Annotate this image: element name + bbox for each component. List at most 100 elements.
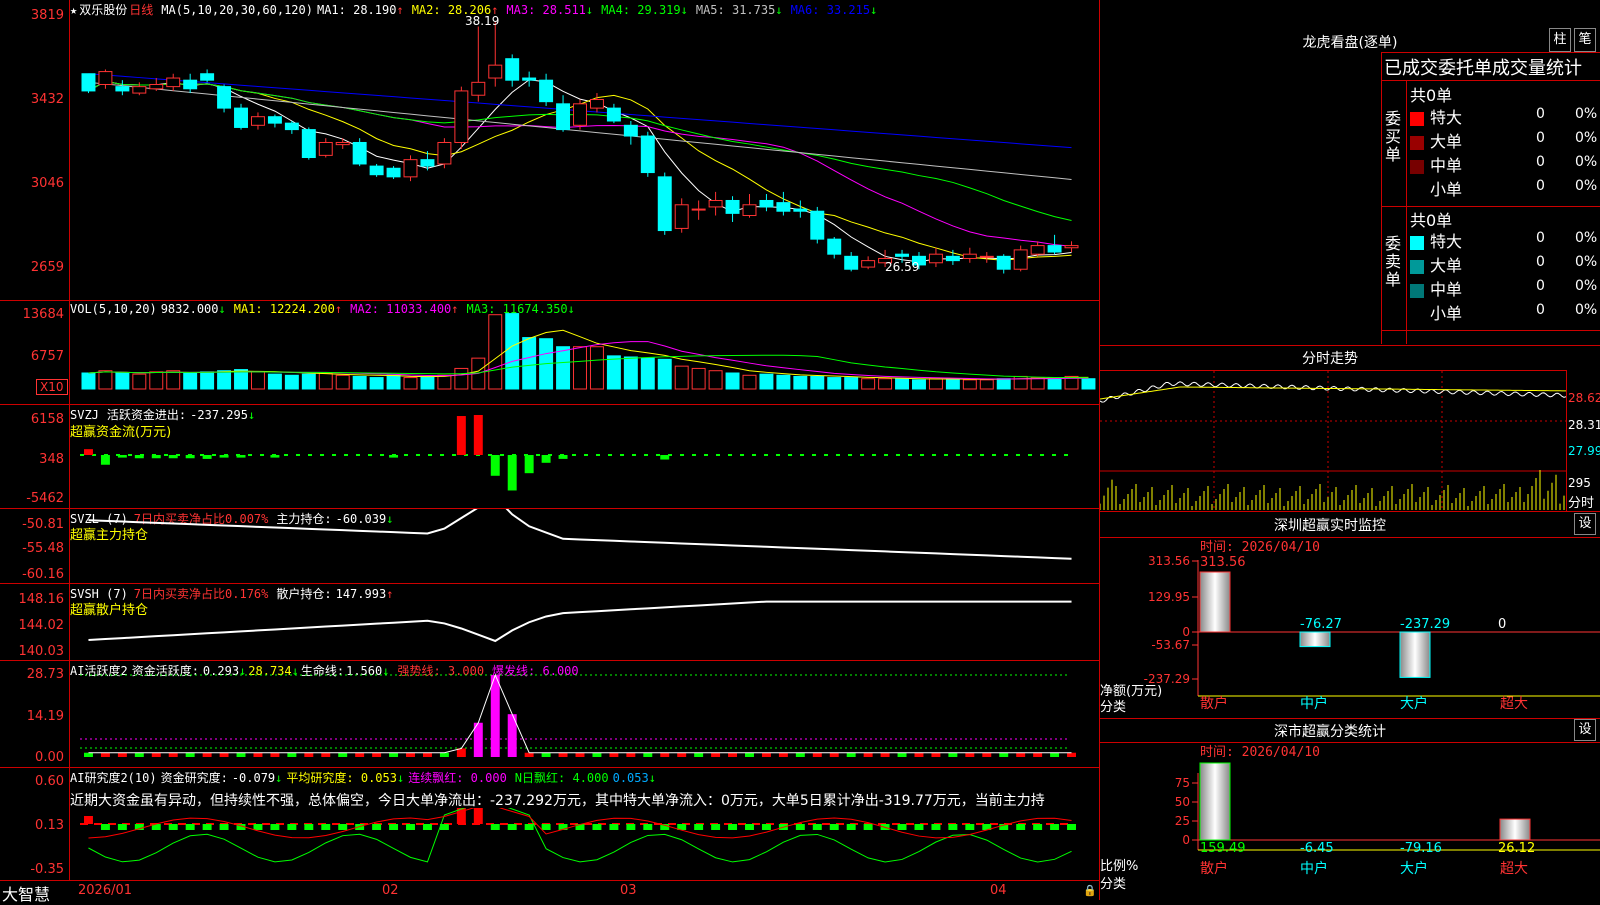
- activity-bar: [185, 752, 195, 757]
- candle-body: [623, 124, 638, 137]
- research-bar: [219, 824, 229, 830]
- category-bar: [1299, 631, 1331, 648]
- research-bar: [473, 808, 483, 824]
- research-bar: [728, 824, 738, 830]
- candle-body: [691, 208, 706, 211]
- buy-total: 共0单: [1410, 86, 1453, 105]
- retail-holding-panel[interactable]: SVSH (7) 7日内买卖净占比0.176% 散户持仓: 147.993↑ 超赢散户…: [0, 584, 1100, 660]
- sz-monitor-chart[interactable]: 313.56129.950-53.67-237.29313.56散户-76.27…: [1100, 538, 1600, 718]
- candle-body: [250, 116, 265, 126]
- volume-chart[interactable]: [70, 301, 1100, 404]
- sz-monitor-settings-button[interactable]: 设: [1574, 513, 1596, 535]
- activity-bar: [829, 752, 839, 757]
- candle-body: [996, 255, 1011, 270]
- order-row-小单: 小单: [1410, 176, 1462, 200]
- activity-bar: [812, 752, 822, 757]
- intraday-chart[interactable]: [1100, 371, 1566, 511]
- intraday-unit: 分时: [1568, 496, 1595, 511]
- volume-bar: [810, 375, 825, 390]
- volume-bar: [403, 377, 418, 390]
- order-count: 0: [1536, 178, 1545, 194]
- intraday-axis-label: 28.31: [1568, 418, 1600, 432]
- axis-tick: -53.67: [1151, 638, 1190, 652]
- intraday-title: 分时走势: [1302, 351, 1358, 367]
- activity-bar: [897, 752, 907, 757]
- activity-bar: [846, 752, 856, 757]
- research-bar: [592, 824, 602, 830]
- sz-class-chart[interactable]: 75 50 25 0 159.49 散户 -6.45 中户 -79.16 大户 26.12 超大: [1100, 743, 1600, 900]
- axis-tick: 50: [1175, 795, 1190, 809]
- main-holding-line[interactable]: [70, 509, 1100, 583]
- price-panel[interactable]: 3819 3432 3046 2659 ★ 双乐股份 日线 MA(5,10,20,30…: [0, 0, 1100, 300]
- research-bar: [389, 824, 399, 830]
- volume-bar: [861, 378, 876, 390]
- stroke-mode-button[interactable]: 笔: [1574, 28, 1596, 52]
- order-percent: 0%: [1575, 278, 1598, 294]
- activity-line: [88, 673, 1072, 754]
- research-bar: [931, 824, 941, 830]
- activity-bar: [999, 752, 1009, 757]
- bar-mode-button[interactable]: 柱: [1549, 28, 1571, 52]
- main-holding-panel[interactable]: SVZL (7) 7日内买卖净占比0.007% 主力持仓: -60.039↓ 超赢主力…: [0, 509, 1100, 583]
- candle-body: [115, 86, 130, 92]
- volume-bar: [928, 378, 943, 390]
- volume-bar: [420, 375, 435, 390]
- candle-body: [895, 253, 910, 257]
- sz-class-settings-button[interactable]: 设: [1574, 719, 1596, 741]
- sz-monitor-title: 深圳超赢实时监控: [1274, 518, 1386, 534]
- activity-bar: [84, 752, 93, 757]
- candle-body: [945, 255, 960, 262]
- order-count: 0: [1536, 254, 1545, 270]
- candle-body: [471, 81, 486, 96]
- retail-holding-line[interactable]: [70, 584, 1100, 660]
- activity-bar: [151, 752, 161, 757]
- intraday-panel[interactable]: 分时走势 28.62 28.31 27.99 295 分时: [1100, 346, 1600, 511]
- candle-body: [1064, 245, 1079, 249]
- sz-monitor-panel[interactable]: 深圳超赢实时监控 设 时间: 2026/04/10 净额(万元) 分类 313.…: [1100, 512, 1600, 718]
- volume-bar: [945, 378, 960, 390]
- activity-bar: [761, 752, 771, 757]
- research-bar: [829, 824, 839, 830]
- candle-body: [640, 135, 655, 174]
- order-row-中单: 中单: [1410, 152, 1462, 176]
- order-color-swatch: [1410, 283, 1424, 298]
- dragon-table-title: 已成交委托单成交量统计: [1384, 58, 1582, 79]
- research-bar: [117, 824, 127, 830]
- activity-bar: [863, 752, 873, 757]
- candle-body: [318, 141, 333, 156]
- candlestick-chart[interactable]: [70, 0, 1100, 300]
- retail-holding-series: [88, 600, 1072, 643]
- bar-value-label: -6.45: [1300, 841, 1334, 856]
- research-bar: [202, 824, 212, 830]
- research-bar: [507, 824, 517, 830]
- research-bar: [1050, 824, 1060, 830]
- sz-class-panel[interactable]: 深市超赢分类统计 设 时间: 2026/04/10 比例% 分类 75 50 25 0…: [1100, 719, 1600, 900]
- volume-bar: [183, 372, 198, 390]
- fund-flow-chart[interactable]: [70, 405, 1100, 508]
- order-color-swatch: [1410, 183, 1424, 198]
- activity-bar: [677, 752, 687, 757]
- volume-bar: [81, 372, 96, 390]
- ai-research-panel[interactable]: AI研究度2(10) 资金研究度: -0.079↓ 平均研究度: 0.053↓ 连续飘红…: [0, 768, 1100, 880]
- ai-research-chart[interactable]: [70, 808, 1100, 880]
- volume-panel[interactable]: VOL(5,10,20) 9832.000↓ MA1: 12224.200↑ MA2:…: [0, 301, 1100, 404]
- svzj-axis-label: -5462: [26, 491, 64, 506]
- fund-flow-bar: [168, 455, 178, 459]
- activity-bar: [219, 752, 229, 757]
- research-bar: [711, 824, 721, 830]
- volume-bar: [505, 313, 520, 390]
- research-bar: [406, 824, 415, 830]
- intraday-axis-label: 28.62: [1568, 391, 1600, 405]
- candle-body: [962, 253, 977, 259]
- research-bar: [287, 824, 297, 830]
- volume-bar: [742, 374, 757, 390]
- candle-body: [488, 64, 503, 79]
- research-bar: [694, 824, 704, 830]
- fund-flow-panel[interactable]: SVZJ 活跃资金进出: -237.295↓ 超赢资金流(万元) 6158 348 …: [0, 405, 1100, 508]
- ai-activity-panel[interactable]: AI活跃度2 资金活跃度: 0.293↓ 28.734↓ 生命线: 1.560↓ 强势线: …: [0, 661, 1100, 767]
- volume-bar: [437, 374, 452, 390]
- lock-icon[interactable]: 🔒: [1083, 884, 1097, 897]
- svsh-axis-label: 148.16: [18, 592, 65, 607]
- ai-activity-chart[interactable]: [70, 661, 1100, 767]
- volume-bar: [1030, 377, 1045, 390]
